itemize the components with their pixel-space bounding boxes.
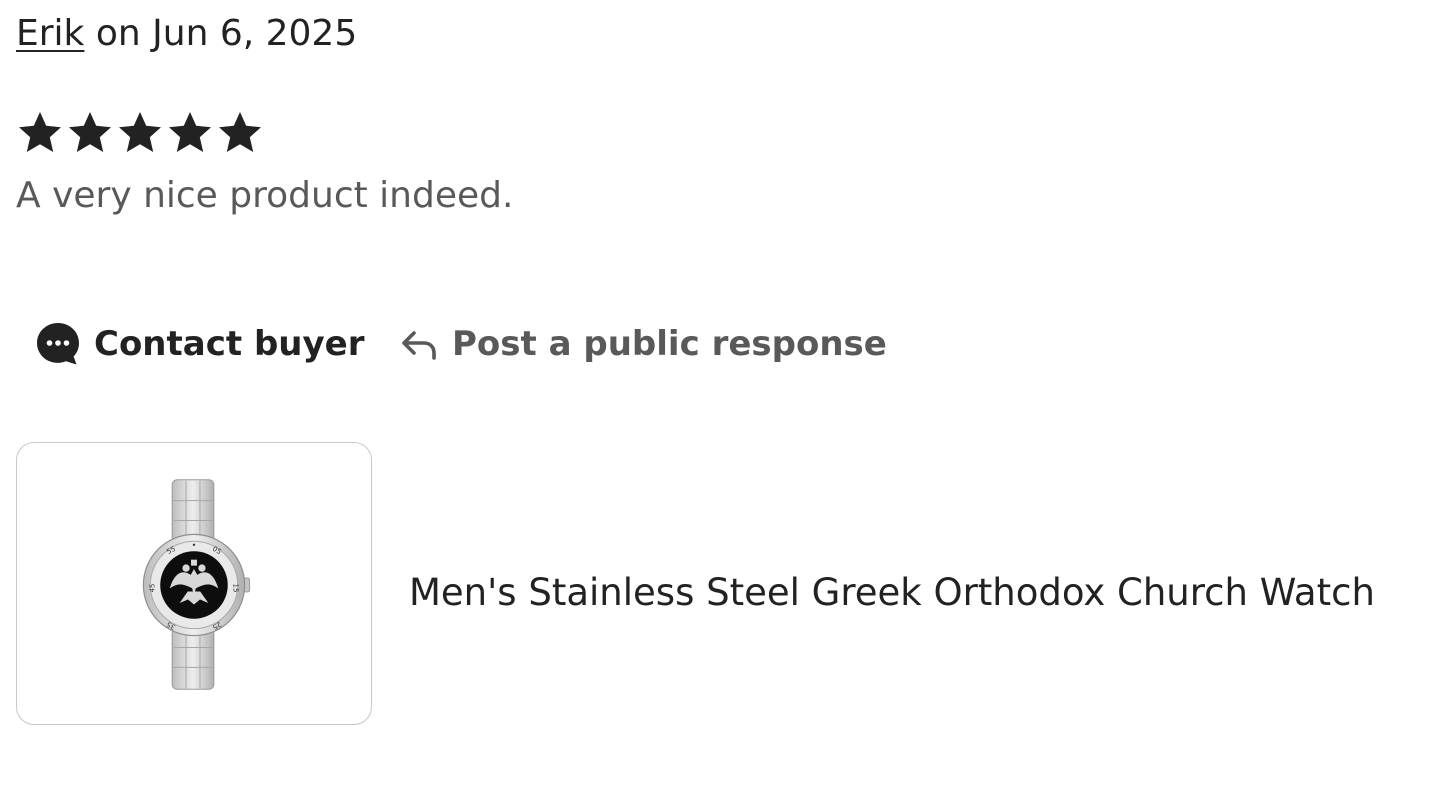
post-public-response-label: Post a public response [452, 324, 887, 364]
review-byline: Erik on Jun 6, 2025 [16, 12, 357, 56]
review-date: on Jun 6, 2025 [84, 13, 358, 54]
svg-text:•: • [192, 541, 197, 550]
product-thumbnail-card[interactable]: • 05 15 25 35 45 55 [16, 442, 372, 725]
watch-image: • 05 15 25 35 45 55 [142, 479, 251, 690]
star-icon [19, 112, 61, 152]
product-title-link[interactable]: Men's Stainless Steel Greek Orthodox Chu… [409, 570, 1375, 616]
contact-buyer-button[interactable]: Contact buyer [36, 318, 365, 370]
svg-text:15: 15 [232, 584, 240, 593]
post-public-response-button[interactable]: Post a public response [400, 318, 887, 370]
star-icon [119, 112, 161, 152]
chat-bubble-icon [36, 322, 80, 366]
review-text: A very nice product indeed. [16, 175, 514, 216]
star-icon [69, 112, 111, 152]
star-icon [219, 112, 261, 152]
review-item: Erik on Jun 6, 2025 A very nice product … [0, 0, 1434, 811]
contact-buyer-label: Contact buyer [94, 324, 365, 364]
svg-text:45: 45 [148, 584, 156, 593]
reviewer-name-link[interactable]: Erik [16, 13, 84, 54]
star-icon [169, 112, 211, 152]
star-rating [16, 108, 264, 158]
reply-arrow-icon [400, 325, 438, 363]
